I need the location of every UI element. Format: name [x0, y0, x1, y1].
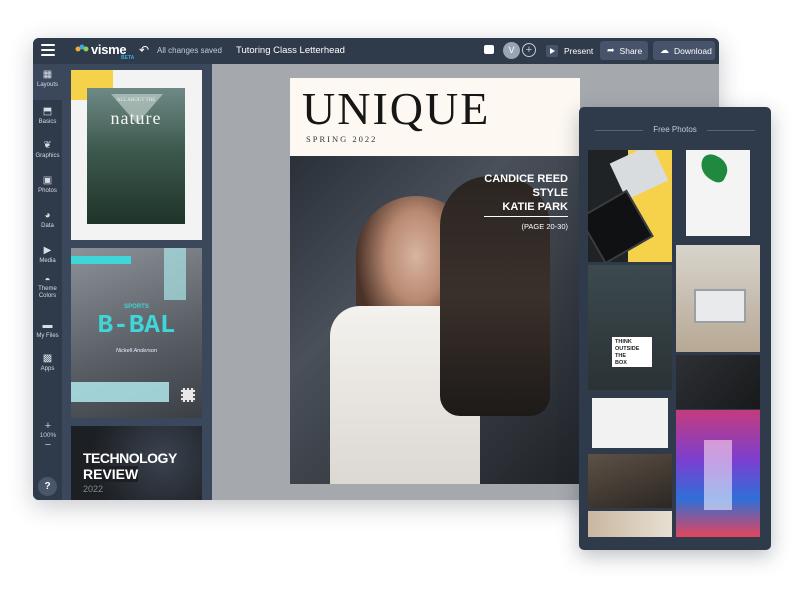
tool-graphics[interactable]: ❦ Graphics	[33, 140, 62, 159]
zoom-in-icon[interactable]: +	[37, 420, 59, 432]
thumb-sports-byline: Nickell Anderson	[115, 348, 158, 354]
thumb-cyan-block	[164, 248, 186, 300]
share-button[interactable]: ➦ Share	[600, 41, 648, 60]
photo-lightbox[interactable]: THINK OUTSIDE THE BOX	[588, 265, 672, 390]
photo-green-paint[interactable]	[686, 150, 750, 236]
cover-line-1: CANDICE REED	[484, 173, 568, 185]
data-icon: ◕	[44, 210, 51, 221]
thumb-nature-title: nature	[110, 108, 162, 128]
apps-icon: ▩	[42, 353, 53, 364]
lightbox-line: OUTSIDE	[615, 346, 640, 352]
tool-basics[interactable]: ⬒ Basics	[33, 106, 62, 125]
qr-code-icon	[181, 388, 195, 402]
lightbox-sign: THINK OUTSIDE THE BOX	[612, 337, 652, 367]
photo-dark-desk[interactable]	[676, 355, 760, 409]
thumb-tag	[71, 256, 131, 264]
lightbox-line: THE	[615, 353, 626, 359]
photo-workspace[interactable]	[588, 511, 672, 537]
cover-line-2: STYLE	[532, 187, 568, 199]
issue-date[interactable]: SPRING 2022	[306, 134, 377, 144]
tool-layouts[interactable]: ▦ Layouts	[33, 64, 62, 100]
tool-data[interactable]: ◕ Data	[33, 210, 62, 229]
thumbnail-sports[interactable]: SPORTS B-BAL Nickell Anderson	[71, 248, 202, 418]
lightbox-line: BOX	[615, 360, 627, 366]
cover-lines[interactable]: CANDICE REED STYLE KATIE PARK (PAGE 20-3…	[484, 172, 568, 234]
help-button[interactable]: ?	[38, 477, 57, 496]
tool-label: Photos	[38, 188, 57, 194]
thumbnail-technology[interactable]: TECHNOLOGY REVIEW 2022	[71, 426, 202, 500]
cover-line-3: KATIE PARK	[484, 200, 568, 217]
beta-badge: BETA	[121, 55, 135, 61]
undo-icon[interactable]: ↶	[139, 43, 149, 57]
photo-white-card[interactable]	[592, 398, 668, 448]
tool-label: My Files	[36, 333, 59, 339]
present-button[interactable]: Present	[546, 42, 593, 60]
thumb-cyan-bar	[71, 382, 169, 402]
download-label: Download	[674, 45, 712, 56]
layouts-icon: ▦	[42, 69, 53, 80]
tool-label: Basics	[38, 119, 57, 125]
add-collaborator-icon[interactable]: +	[522, 43, 536, 57]
document-title[interactable]: Tutoring Class Letterhead	[236, 45, 345, 56]
zoom-out-icon[interactable]: −	[37, 439, 59, 451]
forest-photo: ALL ABOUT THE nature	[87, 88, 185, 224]
tool-theme-colors[interactable]: ◓ Theme Colors	[33, 275, 62, 300]
share-icon: ➦	[607, 45, 615, 55]
tool-label: Media	[39, 258, 56, 264]
basics-icon: ⬒	[42, 106, 53, 117]
page-reference: (PAGE 20-30)	[521, 222, 568, 231]
zoom-control: + 100% −	[37, 420, 59, 451]
download-button[interactable]: ☁ Download	[653, 41, 715, 60]
share-label: Share	[619, 45, 643, 56]
zoom-level: 100%	[39, 432, 57, 439]
laptop-screen	[694, 289, 746, 323]
palette-icon: ◓	[44, 275, 51, 286]
top-bar: visme BETA ↶ All changes saved Tutoring …	[33, 38, 719, 64]
visme-logo[interactable]: visme BETA	[75, 42, 135, 62]
tool-label: Layouts	[36, 82, 58, 88]
thumb-tech-title-2: REVIEW	[83, 466, 139, 482]
user-avatar[interactable]: V	[503, 42, 520, 59]
present-label: Present	[564, 46, 594, 56]
thumb-tech-title-1: TECHNOLOGY	[83, 450, 177, 466]
left-toolbar: ▦ Layouts ⬒ Basics ❦ Graphics ▣ Photos ◕…	[33, 64, 62, 500]
lightbox-line: THINK	[615, 339, 632, 345]
tool-label: Data	[41, 223, 54, 229]
tool-label: Graphics	[35, 153, 60, 159]
photos-icon: ▣	[42, 175, 53, 186]
media-icon: ▶	[43, 245, 52, 256]
thumb-tech-year: 2022	[83, 484, 104, 494]
photo-laptop-desk[interactable]	[676, 245, 760, 352]
tool-apps[interactable]: ▩ Apps	[33, 353, 62, 372]
free-photos-panel: Free Photos THINK OUTSIDE THE BOX	[579, 107, 771, 550]
green-paint-stroke	[696, 151, 732, 185]
play-icon	[546, 45, 558, 57]
page-thumbnails: ALL ABOUT THE nature SPORTS B-BAL Nickel…	[62, 64, 212, 500]
tool-my-files[interactable]: ▬ My Files	[33, 320, 62, 339]
photo-neon-corridor[interactable]	[676, 410, 760, 537]
thumb-sports-title: B-BAL	[97, 310, 176, 340]
photo-writing-hand[interactable]	[588, 454, 672, 508]
comment-icon[interactable]	[484, 45, 494, 54]
thumbnail-nature[interactable]: ALL ABOUT THE nature	[71, 70, 202, 240]
tool-label: Theme Colors	[38, 286, 57, 299]
save-status: All changes saved	[157, 46, 222, 55]
folder-icon: ▬	[42, 320, 53, 331]
menu-icon[interactable]	[41, 44, 55, 56]
logo-mark-icon	[75, 44, 89, 52]
photo-keyboard-tablet[interactable]	[588, 150, 672, 262]
corridor-light	[704, 440, 732, 510]
masthead-title[interactable]: UNIQUE	[302, 82, 490, 135]
graphics-icon: ❦	[43, 140, 52, 151]
magazine-cover[interactable]: UNIQUE SPRING 2022 CANDICE REED STYLE KA…	[290, 78, 580, 484]
tool-photos[interactable]: ▣ Photos	[33, 175, 62, 194]
tool-media[interactable]: ▶ Media	[33, 245, 62, 264]
thumb-nature-subtitle: ALL ABOUT THE	[116, 98, 156, 103]
tool-label: Apps	[40, 366, 55, 372]
cloud-download-icon: ☁	[660, 45, 669, 55]
photos-panel-title: Free Photos	[579, 125, 771, 134]
